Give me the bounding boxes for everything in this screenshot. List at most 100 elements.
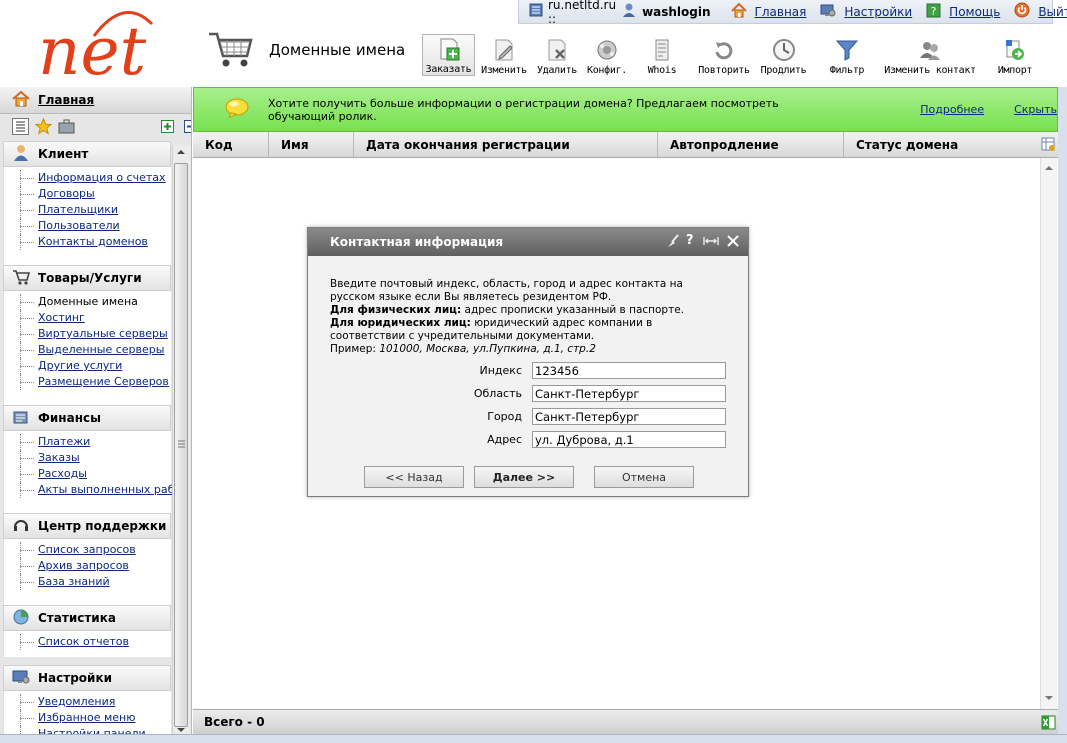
sidebar-item-users[interactable]: Пользователи [20,218,171,234]
close-icon[interactable] [726,234,740,251]
sidebar-item-billing-info[interactable]: Информация о счетах [20,170,171,186]
index-input[interactable] [532,362,726,379]
filter-button[interactable]: Фильтр [825,34,869,76]
collapse-all-icon[interactable] [184,120,191,136]
sidebar-item-hosting[interactable]: Хостинг [20,310,171,326]
sidebar-item-acts[interactable]: Акты выполненных работ [20,482,188,498]
resize-icon[interactable] [703,235,719,250]
sidebar-section-stats: Статистика Список отчетов [3,605,171,657]
sidebar-item-payments[interactable]: Платежи [20,434,171,450]
help-question-icon[interactable]: ? [686,233,694,248]
table-header: Код Имя Дата окончания регистрации Автоп… [193,132,1038,158]
sidebar-item-notifications[interactable]: Уведомления [20,694,171,710]
scroll-down-icon[interactable] [1044,694,1054,702]
city-label: Город [487,410,522,423]
topbar-link-home[interactable]: Главная [755,5,807,19]
region-input[interactable] [532,385,726,402]
edit-doc-icon [495,39,513,61]
session-info: ru.netltd.ru :: washlogin [519,0,721,26]
scroll-up-icon[interactable] [1044,164,1054,172]
form-row-region: Область [330,385,726,402]
sidebar-section-header[interactable]: Центр поддержки [3,513,171,539]
settings-panel-icon [12,669,30,688]
column-settings-button[interactable] [1038,132,1058,158]
contacts-icon [920,42,940,60]
next-button[interactable]: Далее >> [474,466,574,488]
sidebar-item-dedicated[interactable]: Выделенные серверы [20,342,171,358]
sidebar-item-orders[interactable]: Заказы [20,450,171,466]
column-autorenew[interactable]: Автопродление [658,132,844,157]
form-row-address: Адрес [330,431,726,448]
filter-label: Фильтр [829,65,865,76]
banner-more-link[interactable]: Подробнее [920,103,984,116]
sidebar-scroll-thumb[interactable] [174,163,188,727]
edit-label: Изменить [481,65,527,76]
sidebar-item-knowledge-base[interactable]: База знаний [20,574,171,590]
change-contact-button[interactable]: Изменить контакт [881,34,979,76]
sidebar-item-domain-names[interactable]: Доменные имена [20,294,171,310]
sidebar-item-expenses[interactable]: Расходы [20,466,171,482]
topbar-link-logout[interactable]: Выйти [1038,5,1067,19]
repeat-label: Повторить [698,65,750,76]
back-button[interactable]: << Назад [364,466,464,488]
form-row-index: Индекс [330,362,726,379]
sidebar-item-favorite-menu[interactable]: Избранное меню [20,710,171,726]
sidebar-item-other-services[interactable]: Другие услуги [20,358,171,374]
expand-all-icon[interactable] [161,120,174,136]
order-button[interactable]: Заказать [422,34,475,76]
list-view-icon[interactable] [12,118,29,138]
sidebar-item-ticket-archive[interactable]: Архив запросов [20,558,171,574]
import-button[interactable]: Импорт [991,34,1039,76]
edit-button[interactable]: Изменить [477,34,531,76]
svg-text:?: ? [931,5,937,18]
import-icon [1006,40,1024,60]
config-button[interactable]: Конфиг. [584,34,630,76]
sidebar-section-header[interactable]: Настройки [3,665,171,691]
sidebar-section-header[interactable]: Финансы [3,405,171,431]
sidebar-section-header[interactable]: Статистика [3,605,171,631]
username: washlogin [642,4,711,19]
excel-export-icon[interactable] [1041,715,1056,733]
sidebar-item-payers[interactable]: Плательщики [20,202,171,218]
sidebar-section-header[interactable]: Товары/Услуги [3,265,171,291]
delete-button[interactable]: Удалить [533,34,581,76]
config-label: Конфиг. [586,65,628,76]
repeat-button[interactable]: Повторить [695,34,753,76]
briefcase-icon[interactable] [58,118,75,138]
window-border-bottom [0,734,1067,743]
sidebar-item-reports[interactable]: Список отчетов [20,634,171,650]
dialog-title-bar[interactable]: Контактная информация ? [308,228,748,256]
banner-hide-link[interactable]: Скрыть [1014,103,1057,116]
column-domain-status[interactable]: Статус домена [844,132,1038,157]
scroll-up-icon[interactable] [175,147,187,157]
table-scrollbar[interactable] [1040,158,1057,709]
window-border-right [1058,87,1067,743]
sidebar-item-colocation[interactable]: Размещение Серверов [20,374,171,390]
sidebar-item-tickets[interactable]: Список запросов [20,542,171,558]
stats-icon [12,609,30,628]
section-title: Настройки [38,671,113,685]
city-input[interactable] [532,408,726,425]
address-input[interactable] [532,431,726,448]
whois-button[interactable]: Whois [640,34,684,76]
delete-doc-icon [548,39,566,61]
topbar-link-settings[interactable]: Настройки [844,5,912,19]
sidebar-section-header[interactable]: Клиент [3,141,171,167]
column-expiry-date[interactable]: Дата окончания регистрации [354,132,658,157]
column-name[interactable]: Имя [269,132,354,157]
sidebar-item-vps[interactable]: Виртуальные серверы [20,326,171,342]
add-doc-icon [440,38,459,61]
sidebar-section-products: Товары/Услуги Доменные имена Хостинг Вир… [3,265,171,411]
region-label: Область [473,387,522,400]
net-logo[interactable]: net [34,4,164,90]
sidebar-home[interactable]: Главная [0,87,191,114]
renew-button[interactable]: Продлить [757,34,810,76]
column-code[interactable]: Код [193,132,269,157]
topbar-link-help[interactable]: Помощь [949,5,1000,19]
cancel-button[interactable]: Отмена [594,466,694,488]
broom-icon[interactable] [666,234,680,251]
sidebar-item-domain-contacts[interactable]: Контакты доменов [20,234,171,250]
sidebar-scrollbar[interactable] [172,145,190,737]
sidebar-item-contracts[interactable]: Договоры [20,186,171,202]
favorites-star-icon[interactable] [34,117,53,138]
